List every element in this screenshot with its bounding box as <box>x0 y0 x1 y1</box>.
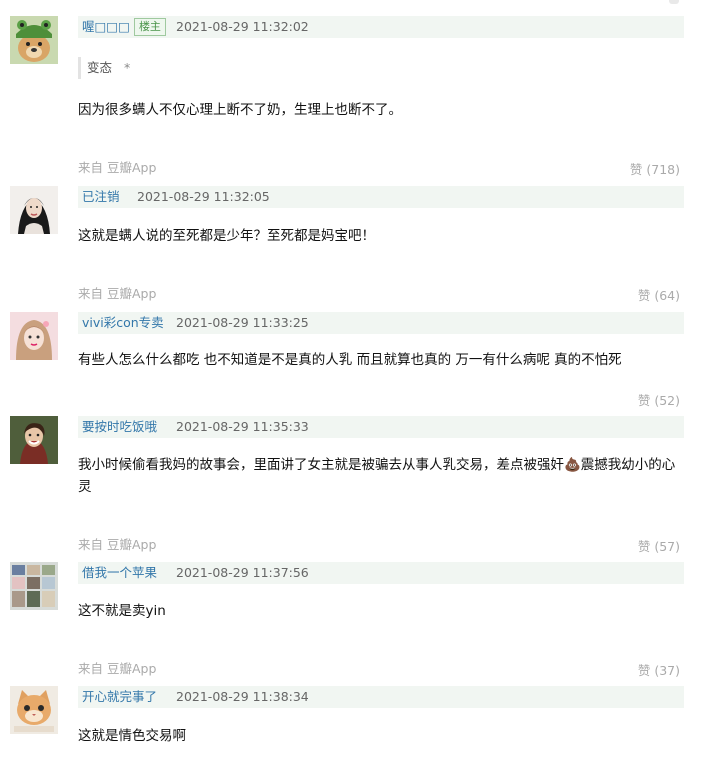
quoted-text: 变态 <box>87 60 113 75</box>
like-button[interactable]: 赞 (37) <box>638 660 680 679</box>
comment-time: 2021-08-29 11:33:25 <box>176 315 309 330</box>
comment-text: 有些人怎么什么都吃 也不知道是不是真的人乳 而且就算也真的 万一有什么病呢 真的… <box>78 352 622 368</box>
avatar-smiling-person[interactable] <box>10 416 58 464</box>
comment-meta: 借我一个苹果 2021-08-29 11:37:56 <box>78 562 684 584</box>
comment-text: 我小时候偷看我妈的故事会，里面讲了女主就是被骗去从事人乳交易，差点被强奸💩震撼我… <box>78 457 676 495</box>
comment-item: 开心就完事了 2021-08-29 11:38:34 这就是情色交易啊 <box>0 680 703 772</box>
like-button[interactable]: 赞 (52) <box>638 390 680 409</box>
comment-meta: vivi彩con专卖 2021-08-29 11:33:25 <box>78 312 684 334</box>
comment-item: 喔□□□ 楼主 2021-08-29 11:32:02 变态 * 因为很多螨人不仅心… <box>0 0 703 180</box>
comment-source: 来自 豆瓣App <box>78 160 157 175</box>
comment-item: 已注销 2021-08-29 11:32:05 这就是螨人说的至死都是少年？至死… <box>0 180 703 304</box>
username-link[interactable]: 已注销 <box>82 186 120 208</box>
avatar-frog-hat-dog[interactable] <box>10 16 58 64</box>
like-button[interactable]: 赞 (57) <box>638 536 680 555</box>
comment-time: 2021-08-29 11:32:02 <box>176 19 309 34</box>
comment-source: 来自 豆瓣App <box>78 661 157 676</box>
username-link[interactable]: 要按时吃饭哦 <box>82 416 157 438</box>
op-badge: 楼主 <box>133 18 166 36</box>
comment-item: 要按时吃饭哦 2021-08-29 11:35:33 我小时候偷看我妈的故事会，… <box>0 408 703 556</box>
quoted-text-mark: * <box>124 60 131 75</box>
username-link[interactable]: 喔□□□ 楼主 <box>82 16 166 38</box>
avatar-woman-portrait[interactable] <box>10 186 58 234</box>
comment-source: 来自 豆瓣App <box>78 537 157 552</box>
quoted-reply: 变态 * <box>78 57 287 79</box>
comment-time: 2021-08-29 11:35:33 <box>176 419 309 434</box>
username-link[interactable]: vivi彩con专卖 <box>82 312 164 334</box>
comment-source: 来自 豆瓣App <box>78 286 157 301</box>
comment-text: 这就是情色交易啊 <box>78 728 186 744</box>
comment-text: 这不就是卖yin <box>78 603 166 619</box>
like-button[interactable]: 赞 (718) <box>630 159 680 178</box>
comment-meta: 喔□□□ 楼主 2021-08-29 11:32:02 <box>78 16 684 38</box>
avatar-collage[interactable] <box>10 562 58 610</box>
comment-item: vivi彩con专卖 2021-08-29 11:33:25 有些人怎么什么都吃… <box>0 304 703 408</box>
username-link[interactable]: 借我一个苹果 <box>82 562 157 584</box>
comment-time: 2021-08-29 11:37:56 <box>176 565 309 580</box>
comment-item: 借我一个苹果 2021-08-29 11:37:56 这不就是卖yin 来自 豆… <box>0 556 703 680</box>
comment-feed: 喔□□□ 楼主 2021-08-29 11:32:02 变态 * 因为很多螨人不仅心… <box>0 0 703 772</box>
avatar-cat[interactable] <box>10 686 58 734</box>
comment-meta: 要按时吃饭哦 2021-08-29 11:35:33 <box>78 416 684 438</box>
username-link[interactable]: 开心就完事了 <box>82 686 157 708</box>
comment-time: 2021-08-29 11:38:34 <box>176 689 309 704</box>
comment-meta: 开心就完事了 2021-08-29 11:38:34 <box>78 686 684 708</box>
comment-text: 因为很多螨人不仅心理上断不了奶，生理上也断不了。 <box>78 102 402 118</box>
comment-meta: 已注销 2021-08-29 11:32:05 <box>78 186 684 208</box>
like-button[interactable]: 赞 (64) <box>638 285 680 304</box>
comment-text: 这就是螨人说的至死都是少年？至死都是妈宝吧！ <box>78 228 375 244</box>
avatar-girl-portrait[interactable] <box>10 312 58 360</box>
comment-time: 2021-08-29 11:32:05 <box>137 189 270 204</box>
